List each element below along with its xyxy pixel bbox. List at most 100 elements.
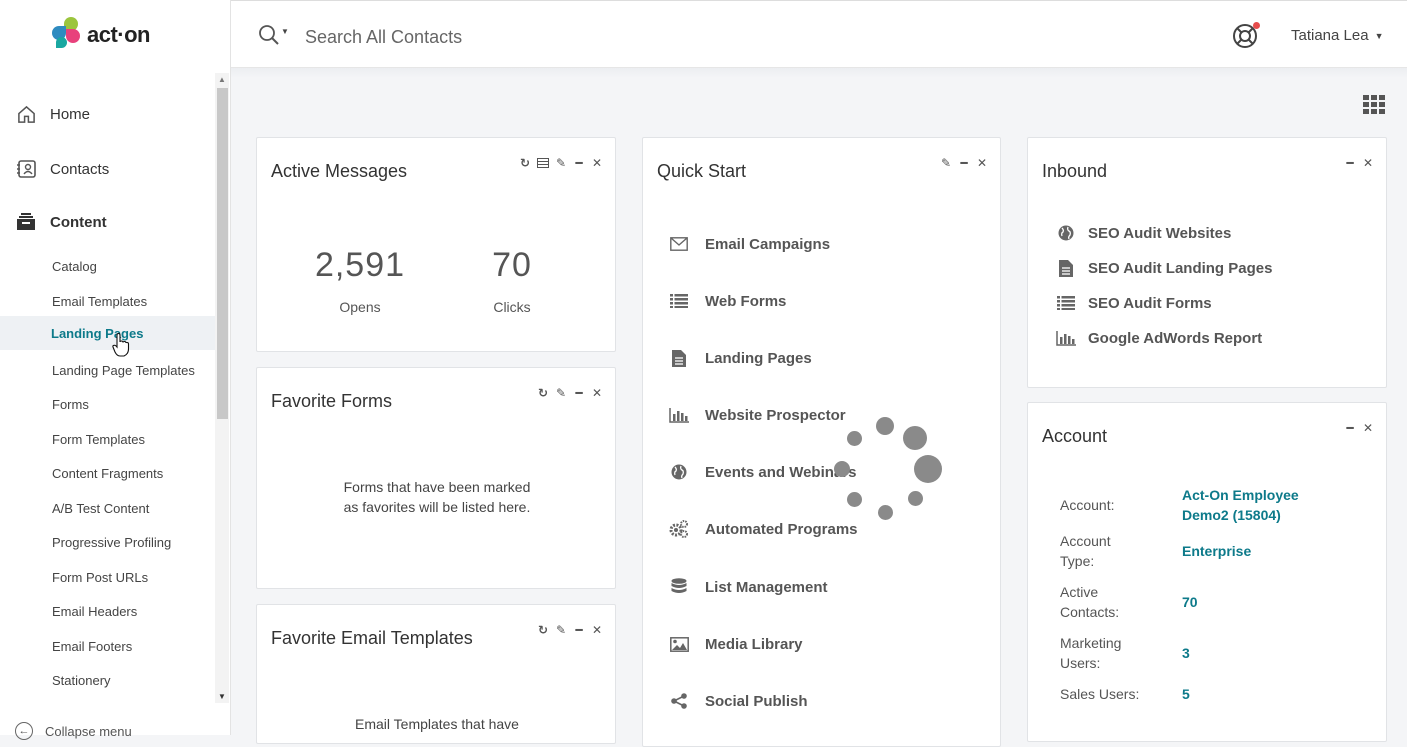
sidebar-nav: Home Contacts Content Catalog Email Temp… xyxy=(0,73,231,703)
sidebar-item-landing-page-templates[interactable]: Landing Page Templates xyxy=(0,353,215,387)
minimize-icon[interactable]: ━ xyxy=(573,386,585,400)
clicks-value: 70 xyxy=(492,246,532,284)
search-scope-dropdown[interactable]: ▼ xyxy=(258,24,289,46)
sidebar-item-form-post-urls[interactable]: Form Post URLs xyxy=(0,560,215,594)
envelope-icon xyxy=(669,234,689,254)
image-icon xyxy=(669,634,689,654)
refresh-icon[interactable]: ↻ xyxy=(519,156,531,170)
account-key: Active Contacts: xyxy=(1060,584,1120,620)
quick-start-website-prospector[interactable]: Website Prospector xyxy=(669,405,846,425)
account-value: 70 xyxy=(1182,594,1198,610)
logo-mark-icon xyxy=(52,17,84,53)
sidebar-scrollbar[interactable]: ▲ ▼ xyxy=(215,73,229,703)
sidebar-item-catalog[interactable]: Catalog xyxy=(0,249,215,283)
header-shadow xyxy=(231,68,1407,78)
help-button[interactable] xyxy=(1232,22,1260,50)
sidebar-item-forms[interactable]: Forms xyxy=(0,387,215,421)
close-icon[interactable]: ✕ xyxy=(1362,421,1374,435)
empty-state-text: Forms that have been marked as favorites… xyxy=(343,479,531,515)
minimize-icon[interactable]: ━ xyxy=(1344,421,1356,435)
minimize-icon[interactable]: ━ xyxy=(958,156,970,170)
quick-start-landing-pages[interactable]: Landing Pages xyxy=(669,348,812,368)
quick-start-email-campaigns[interactable]: Email Campaigns xyxy=(669,234,830,254)
clicks-label: Clicks xyxy=(493,299,531,315)
sidebar-item-home[interactable]: Home xyxy=(0,94,215,134)
sidebar-item-email-headers[interactable]: Email Headers xyxy=(0,594,215,628)
close-icon[interactable]: ✕ xyxy=(976,156,988,170)
user-menu[interactable]: Tatiana Lea ▼ xyxy=(1291,27,1384,44)
card-title: Favorite Email Templates xyxy=(271,628,473,648)
sidebar-item-label: Contacts xyxy=(50,160,110,178)
card-toolbar: ━ ✕ xyxy=(1344,156,1374,170)
inbound-seo-audit-landing-pages[interactable]: SEO Audit Landing Pages xyxy=(1056,258,1272,278)
account-value: 3 xyxy=(1182,645,1190,661)
sidebar-item-stationery[interactable]: Stationery xyxy=(0,663,215,697)
account-value: 5 xyxy=(1182,686,1190,702)
inbound-label: SEO Audit Forms xyxy=(1088,294,1212,312)
edit-pencil-icon[interactable]: ✎ xyxy=(555,386,567,400)
account-key: Account Type: xyxy=(1060,533,1111,569)
sidebar-item-content-fragments[interactable]: Content Fragments xyxy=(0,456,215,490)
inbound-seo-audit-websites[interactable]: SEO Audit Websites xyxy=(1056,223,1231,243)
card-title: Active Messages xyxy=(271,161,408,181)
quick-start-media-library[interactable]: Media Library xyxy=(669,634,803,654)
home-icon xyxy=(15,103,37,125)
contacts-icon xyxy=(15,158,37,180)
act-on-logo[interactable]: act·on xyxy=(52,17,151,53)
close-icon[interactable]: ✕ xyxy=(1362,156,1374,170)
scrollbar-thumb[interactable] xyxy=(217,88,228,419)
sidebar-item-landing-pages[interactable]: Landing Pages xyxy=(0,316,215,350)
sidebar-item-progressive-profiling[interactable]: Progressive Profiling xyxy=(0,525,215,559)
database-icon xyxy=(669,577,689,597)
account-row-active-contacts: Active Contacts: 70 xyxy=(1060,582,1380,622)
share-icon xyxy=(669,691,689,711)
quick-start-label: List Management xyxy=(705,578,828,596)
quick-start-web-forms[interactable]: Web Forms xyxy=(669,291,786,311)
inbound-seo-audit-forms[interactable]: SEO Audit Forms xyxy=(1056,293,1212,313)
minimize-icon[interactable]: ━ xyxy=(573,156,585,170)
favorite-forms-card: Favorite Forms ↻ ✎ ━ ✕ Forms that have b… xyxy=(256,367,616,589)
edit-pencil-icon[interactable]: ✎ xyxy=(940,156,952,170)
card-title: Inbound xyxy=(1042,161,1108,181)
inbound-label: Google AdWords Report xyxy=(1088,329,1263,347)
table-view-icon[interactable] xyxy=(537,157,549,169)
sidebar-item-email-footers[interactable]: Email Footers xyxy=(0,629,215,663)
dashboard-layout-grid-icon[interactable] xyxy=(1363,95,1385,114)
scroll-up-icon[interactable]: ▲ xyxy=(218,75,226,84)
minimize-icon[interactable]: ━ xyxy=(1344,156,1356,170)
quick-start-social-publish[interactable]: Social Publish xyxy=(669,691,808,711)
account-key: Sales Users: xyxy=(1060,686,1140,702)
edit-pencil-icon[interactable]: ✎ xyxy=(555,623,567,637)
sidebar-item-contacts[interactable]: Contacts xyxy=(0,149,215,189)
account-card: Account ━ ✕ Account: Act-On Employee Dem… xyxy=(1027,402,1387,742)
account-row-account: Account: Act-On Employee Demo2 (15804) xyxy=(1060,485,1380,525)
card-toolbar: ━ ✕ xyxy=(1344,421,1374,435)
minimize-icon[interactable]: ━ xyxy=(573,623,585,637)
edit-pencil-icon[interactable]: ✎ xyxy=(555,156,567,170)
opens-metric: 2,591 Opens xyxy=(307,246,413,315)
close-icon[interactable]: ✕ xyxy=(591,623,603,637)
sidebar-item-label: Home xyxy=(50,105,91,123)
sidebar-item-email-templates[interactable]: Email Templates xyxy=(0,284,215,318)
collapse-menu-button[interactable]: ← Collapse menu xyxy=(15,722,132,740)
search-input[interactable] xyxy=(305,24,905,50)
sidebar-item-ab-test-content[interactable]: A/B Test Content xyxy=(0,491,215,525)
quick-start-events-and-webinars[interactable]: Events and Webinars xyxy=(669,462,856,482)
globe-icon xyxy=(1056,223,1076,243)
inbound-google-adwords-report[interactable]: Google AdWords Report xyxy=(1056,328,1262,348)
sidebar-item-content[interactable]: Content xyxy=(0,202,215,242)
sidebar-item-form-templates[interactable]: Form Templates xyxy=(0,422,215,456)
gears-icon xyxy=(669,519,689,539)
quick-start-list-management[interactable]: List Management xyxy=(669,577,828,597)
close-icon[interactable]: ✕ xyxy=(591,386,603,400)
scroll-down-icon[interactable]: ▼ xyxy=(218,692,226,701)
close-icon[interactable]: ✕ xyxy=(591,156,603,170)
refresh-icon[interactable]: ↻ xyxy=(537,623,549,637)
empty-state-text: Email Templates that have xyxy=(355,716,519,732)
quick-start-label: Social Publish xyxy=(705,692,808,710)
top-header: ▼ Tatiana Lea ▼ xyxy=(231,0,1407,68)
quick-start-label: Landing Pages xyxy=(705,349,812,367)
refresh-icon[interactable]: ↻ xyxy=(537,386,549,400)
arrow-left-icon: ← xyxy=(15,722,33,740)
favorite-email-templates-card: Favorite Email Templates ↻ ✎ ━ ✕ Email T… xyxy=(256,604,616,744)
